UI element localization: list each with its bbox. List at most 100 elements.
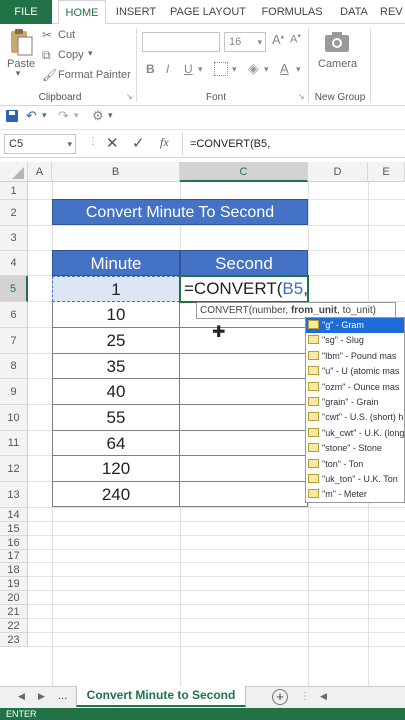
font-color-dropdown-icon[interactable]: ▾ (296, 64, 301, 75)
minute-cell[interactable]: 240 (52, 482, 180, 507)
bold-icon[interactable]: B (146, 62, 155, 76)
underline-dropdown-icon[interactable]: ▾ (198, 64, 203, 75)
unit-option[interactable]: "ton" - Ton (306, 457, 404, 472)
more-sheets-button[interactable]: ... (58, 690, 67, 702)
unit-option[interactable]: "cwt" - U.S. (short) h (306, 410, 404, 425)
scroll-sheets-left-icon[interactable]: ◀ (18, 691, 25, 702)
row-header-22[interactable]: 22 (0, 619, 28, 633)
minute-cell[interactable]: 10 (52, 302, 180, 328)
second-cell[interactable] (180, 456, 308, 482)
row-header-1[interactable]: 1 (0, 182, 28, 200)
new-sheet-button[interactable]: + (272, 689, 288, 705)
scroll-sheets-right-icon[interactable]: ▶ (38, 691, 45, 702)
name-box[interactable]: C5 ▾ (4, 134, 76, 154)
redo-icon[interactable]: ↷ (58, 108, 69, 124)
sheet-title[interactable]: Convert Minute To Second (52, 199, 308, 225)
minute-cell[interactable]: 64 (52, 431, 180, 456)
cancel-icon[interactable]: ✕ (106, 134, 119, 152)
macro-icon[interactable]: ⚙ (92, 108, 104, 124)
clipboard-launcher-icon[interactable]: ↘ (126, 92, 133, 101)
unit-option[interactable]: "uk_cwt" - U.K. (long (306, 426, 404, 441)
borders-icon[interactable] (214, 62, 228, 76)
column-header-a[interactable]: A (28, 162, 52, 182)
hscroll-left-icon[interactable]: ◀ (320, 691, 327, 702)
select-all-corner[interactable] (0, 162, 28, 182)
borders-dropdown-icon[interactable]: ▾ (232, 64, 237, 75)
row-header-5[interactable]: 5 (0, 276, 28, 302)
minute-cell[interactable]: 55 (52, 405, 180, 431)
customize-qat-icon[interactable]: ▾ (108, 110, 113, 121)
font-name-box[interactable] (142, 32, 220, 52)
fill-color-icon[interactable]: ◈ (248, 60, 259, 77)
row-header-3[interactable]: 3 (0, 226, 28, 251)
save-icon[interactable] (6, 110, 18, 122)
minute-cell[interactable]: 35 (52, 354, 180, 379)
insert-function-button[interactable]: fx (160, 135, 169, 150)
tab-insert[interactable]: INSERT (112, 0, 160, 24)
paste-dropdown-icon[interactable]: ▾ (8, 68, 28, 78)
column-header-c[interactable]: C (180, 162, 308, 182)
column-header-d[interactable]: D (308, 162, 368, 182)
unit-option[interactable]: "grain" - Grain (306, 395, 404, 410)
row-header-15[interactable]: 15 (0, 522, 28, 536)
underline-icon[interactable]: U (184, 62, 193, 76)
font-size-box[interactable]: 16 ▾ (224, 32, 266, 52)
second-cell[interactable] (180, 482, 308, 507)
redo-dropdown-icon[interactable]: ▾ (74, 110, 79, 121)
unit-option[interactable]: "sg" - Slug (306, 333, 404, 348)
row-header-14[interactable]: 14 (0, 508, 28, 522)
tab-formulas[interactable]: FORMULAS (256, 0, 328, 24)
row-header-16[interactable]: 16 (0, 536, 28, 550)
undo-dropdown-icon[interactable]: ▾ (42, 110, 47, 121)
tab-file[interactable]: FILE (0, 0, 52, 24)
sheet-tab-active[interactable]: Convert Minute to Second (76, 686, 246, 707)
formula-input[interactable]: =CONVERT(B5, (190, 134, 270, 154)
column-header-b[interactable]: B (52, 162, 180, 182)
minute-cell[interactable]: 25 (52, 328, 180, 354)
grow-font-icon[interactable]: A▴ (272, 32, 284, 47)
tab-page-layout[interactable]: PAGE LAYOUT (168, 0, 248, 24)
second-cell[interactable] (180, 379, 308, 405)
second-cell[interactable] (180, 431, 308, 456)
paste-button[interactable] (8, 28, 36, 58)
minute-cell[interactable]: 120 (52, 456, 180, 482)
enter-icon[interactable]: ✓ (132, 134, 145, 152)
row-header-19[interactable]: 19 (0, 577, 28, 591)
row-header-23[interactable]: 23 (0, 633, 28, 647)
row-header-8[interactable]: 8 (0, 354, 28, 379)
row-header-21[interactable]: 21 (0, 605, 28, 619)
row-header-6[interactable]: 6 (0, 302, 28, 328)
italic-icon[interactable]: I (166, 62, 169, 76)
row-header-4[interactable]: 4 (0, 251, 28, 276)
second-cell[interactable] (180, 328, 308, 354)
column-header-e[interactable]: E (368, 162, 405, 182)
unit-option[interactable]: "u" - U (atomic mas (306, 364, 404, 379)
fill-color-dropdown-icon[interactable]: ▾ (264, 64, 269, 75)
unit-option[interactable]: "uk_ton" - U.K. Ton (306, 472, 404, 487)
row-header-9[interactable]: 9 (0, 379, 28, 405)
undo-icon[interactable]: ↶ (26, 108, 37, 124)
copy-button[interactable]: ⧉ Copy ▾ (42, 48, 137, 64)
unit-option[interactable]: "stone" - Stone (306, 441, 404, 456)
font-color-icon[interactable]: A (280, 61, 289, 76)
unit-option[interactable]: "g" - Gram (306, 318, 404, 334)
row-header-17[interactable]: 17 (0, 550, 28, 563)
camera-button[interactable] (322, 30, 354, 54)
header-minute[interactable]: Minute (52, 250, 180, 276)
unit-option[interactable]: "lbm" - Pound mas (306, 349, 404, 364)
cut-button[interactable]: ✂ Cut (42, 28, 137, 44)
row-header-11[interactable]: 11 (0, 431, 28, 456)
minute-cell[interactable]: 1 (52, 276, 180, 302)
minute-cell[interactable]: 40 (52, 379, 180, 405)
unit-autocomplete-list[interactable]: "g" - Gram "sg" - Slug "lbm" - Pound mas "u… (305, 317, 405, 503)
row-header-7[interactable]: 7 (0, 328, 28, 354)
tab-home[interactable]: HOME (58, 0, 106, 25)
tab-review[interactable]: REV (380, 0, 405, 24)
row-header-10[interactable]: 10 (0, 405, 28, 431)
header-second[interactable]: Second (180, 250, 308, 276)
shrink-font-icon[interactable]: A▾ (290, 32, 301, 46)
second-cell[interactable] (180, 405, 308, 431)
second-cell[interactable] (180, 354, 308, 379)
row-header-12[interactable]: 12 (0, 456, 28, 482)
row-header-18[interactable]: 18 (0, 563, 28, 577)
